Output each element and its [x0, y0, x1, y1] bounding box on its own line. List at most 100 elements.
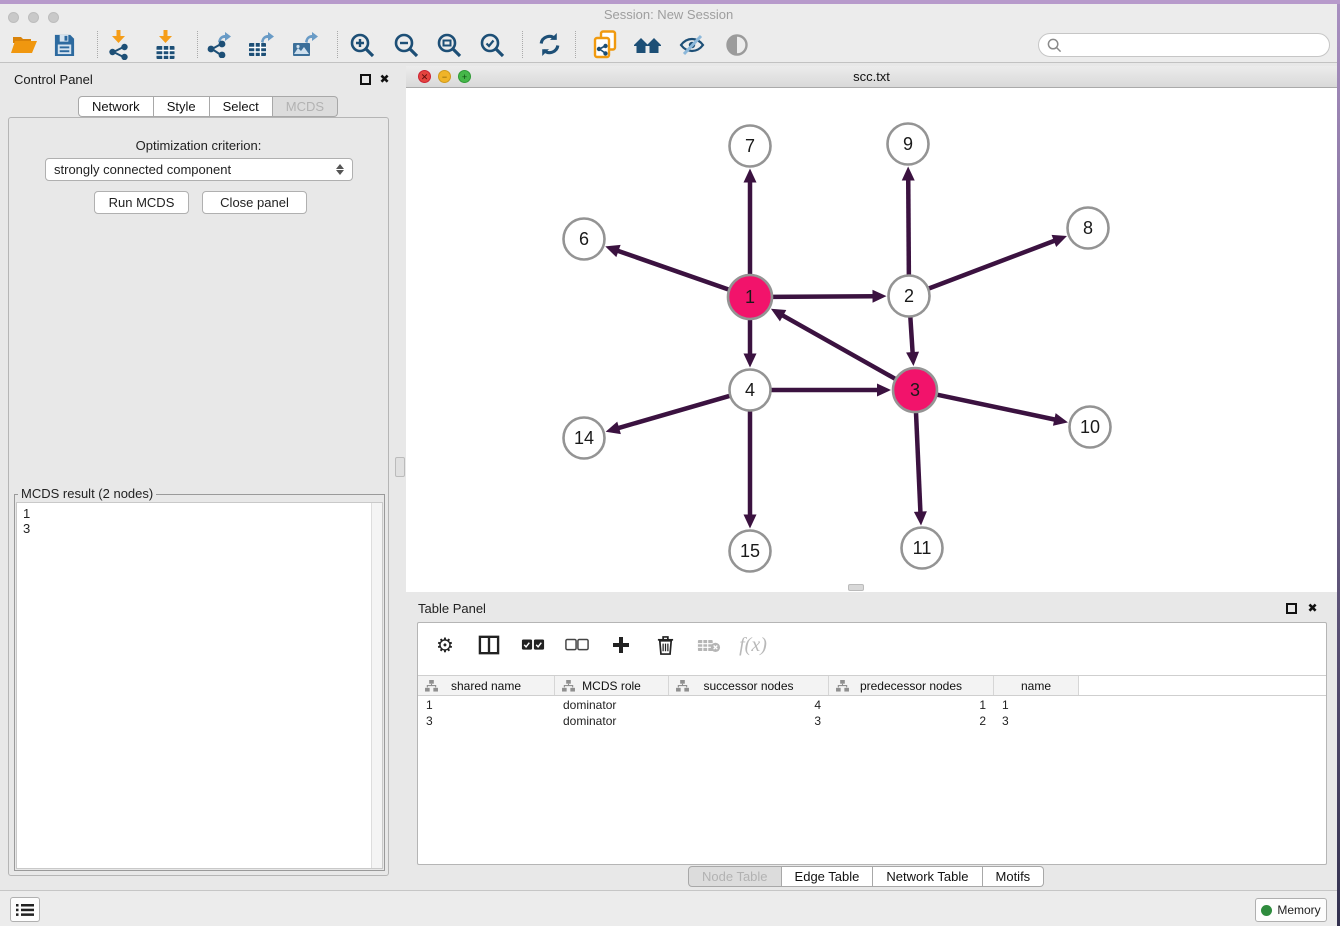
column-header[interactable]: MCDS role — [555, 676, 669, 695]
tab-select[interactable]: Select — [210, 96, 273, 117]
run-mcds-button[interactable]: Run MCDS — [94, 191, 189, 214]
graph-edge-arrowhead — [744, 169, 757, 183]
graph-edge-arrowhead — [605, 245, 620, 257]
graph-edge-2-3[interactable] — [910, 316, 912, 354]
graph-node-label: 7 — [745, 136, 755, 156]
optimization-label: Optimization criterion: — [0, 138, 397, 153]
node-table-container: ⚙ — [417, 622, 1327, 865]
search-icon — [1047, 38, 1062, 53]
graph-edge-3-10[interactable] — [937, 395, 1057, 420]
zoom-in-icon — [349, 32, 375, 58]
show-panel-button[interactable] — [719, 29, 755, 60]
tab-edge-table[interactable]: Edge Table — [782, 866, 874, 887]
memory-button-label: Memory — [1277, 903, 1320, 917]
vertical-splitter-handle[interactable] — [395, 457, 405, 477]
graph-edge-3-11[interactable] — [916, 412, 920, 514]
table-panel-float-button[interactable] — [1286, 603, 1299, 616]
hierarchy-icon — [425, 680, 438, 692]
table-cell: 3 — [669, 713, 829, 729]
select-all-icon — [521, 638, 545, 652]
zoom-fit-button[interactable] — [431, 29, 467, 60]
zoom-selected-button[interactable] — [474, 29, 510, 60]
function-builder-button[interactable]: f(x) — [738, 630, 768, 660]
table-settings-button[interactable]: ⚙ — [430, 630, 460, 660]
memory-status-icon — [1261, 905, 1272, 916]
hide-panel-button[interactable] — [674, 29, 710, 60]
control-panel-float-button[interactable] — [360, 74, 373, 87]
clone-network-button[interactable] — [587, 29, 623, 60]
graph-node-label: 4 — [745, 380, 755, 400]
network-window-titlebar[interactable]: ✕ − + scc.txt — [406, 66, 1337, 88]
column-header[interactable]: name — [994, 676, 1079, 695]
table-panel: Table Panel ✖ ⚙ — [406, 592, 1337, 890]
table-cell: dominator — [555, 697, 669, 713]
column-header[interactable]: successor nodes — [669, 676, 829, 695]
optimization-select[interactable]: strongly connected component — [45, 158, 353, 181]
open-session-button[interactable] — [6, 29, 42, 60]
tab-network[interactable]: Network — [78, 96, 154, 117]
table-header-row: shared nameMCDS role successor nodes prede… — [418, 675, 1326, 696]
search-field — [1038, 33, 1330, 57]
graph-node-label: 1 — [745, 287, 755, 307]
table-panel-close-button[interactable]: ✖ — [1306, 602, 1319, 615]
destroy-network-button[interactable] — [630, 29, 666, 60]
add-column-button[interactable] — [606, 630, 636, 660]
show-columns-button[interactable] — [474, 630, 504, 660]
control-panel-close-button[interactable]: ✖ — [378, 73, 391, 86]
column-header[interactable]: predecessor nodes — [829, 676, 994, 695]
close-panel-button[interactable]: Close panel — [202, 191, 307, 214]
column-header-label: name — [1021, 679, 1051, 693]
graph-edge-arrowhead — [906, 352, 919, 366]
column-header[interactable]: shared name — [418, 676, 555, 695]
graph-edge-3-1[interactable] — [781, 315, 895, 380]
save-session-button[interactable] — [46, 29, 82, 60]
table-panel-title: Table Panel — [418, 601, 486, 616]
toolbar-separator — [197, 31, 198, 58]
horizontal-splitter-handle[interactable] — [848, 584, 864, 591]
zoom-in-button[interactable] — [344, 29, 380, 60]
table-cell: 1 — [994, 697, 1079, 713]
main-toolbar — [0, 26, 1337, 63]
graph-edge-2-9[interactable] — [908, 178, 909, 275]
control-panel-tabs: Network Style Select MCDS — [78, 96, 338, 117]
column-header-label: successor nodes — [703, 679, 793, 693]
zoom-out-button[interactable] — [388, 29, 424, 60]
delete-button[interactable] — [650, 630, 680, 660]
export-table-button[interactable] — [243, 29, 279, 60]
memory-button[interactable]: Memory — [1255, 898, 1327, 922]
table-row[interactable]: 3dominator323 — [418, 713, 1326, 729]
graph-node-label: 6 — [579, 229, 589, 249]
toolbar-separator — [575, 31, 576, 58]
mcds-result-scrollbar[interactable] — [371, 503, 382, 868]
toolbar-separator — [97, 31, 98, 58]
refresh-layout-button[interactable] — [531, 29, 567, 60]
toolbar-separator — [522, 31, 523, 58]
import-network-button[interactable] — [100, 29, 136, 60]
tab-motifs[interactable]: Motifs — [983, 866, 1045, 887]
network-canvas[interactable]: 7968124314101511 — [406, 88, 1337, 592]
import-table-button[interactable] — [147, 29, 183, 60]
tab-mcds[interactable]: MCDS — [273, 96, 338, 117]
tab-style[interactable]: Style — [154, 96, 210, 117]
deselect-all-button[interactable] — [562, 630, 592, 660]
table-cell: 3 — [994, 713, 1079, 729]
select-all-button[interactable] — [518, 630, 548, 660]
export-network-button[interactable] — [200, 29, 236, 60]
tab-network-table[interactable]: Network Table — [873, 866, 982, 887]
table-cell: 3 — [418, 713, 555, 729]
graph-edge-4-14[interactable] — [617, 396, 730, 429]
table-tabs: Node Table Edge Table Network Table Moti… — [688, 866, 1044, 887]
delete-table-button[interactable] — [694, 630, 724, 660]
graph-edge-2-8[interactable] — [928, 240, 1056, 288]
graph-edge-1-2[interactable] — [772, 296, 875, 297]
task-history-button[interactable] — [10, 897, 40, 922]
graph-edge-1-6[interactable] — [617, 250, 730, 289]
open-session-icon — [11, 33, 37, 57]
table-cell: 2 — [829, 713, 994, 729]
tab-node-table[interactable]: Node Table — [688, 866, 782, 887]
close-icon: ✖ — [1307, 601, 1317, 615]
export-image-button[interactable] — [287, 29, 323, 60]
main-titlebar: Session: New Session — [0, 4, 1337, 26]
table-row[interactable]: 1dominator411 — [418, 697, 1326, 713]
search-input[interactable] — [1067, 38, 1329, 53]
